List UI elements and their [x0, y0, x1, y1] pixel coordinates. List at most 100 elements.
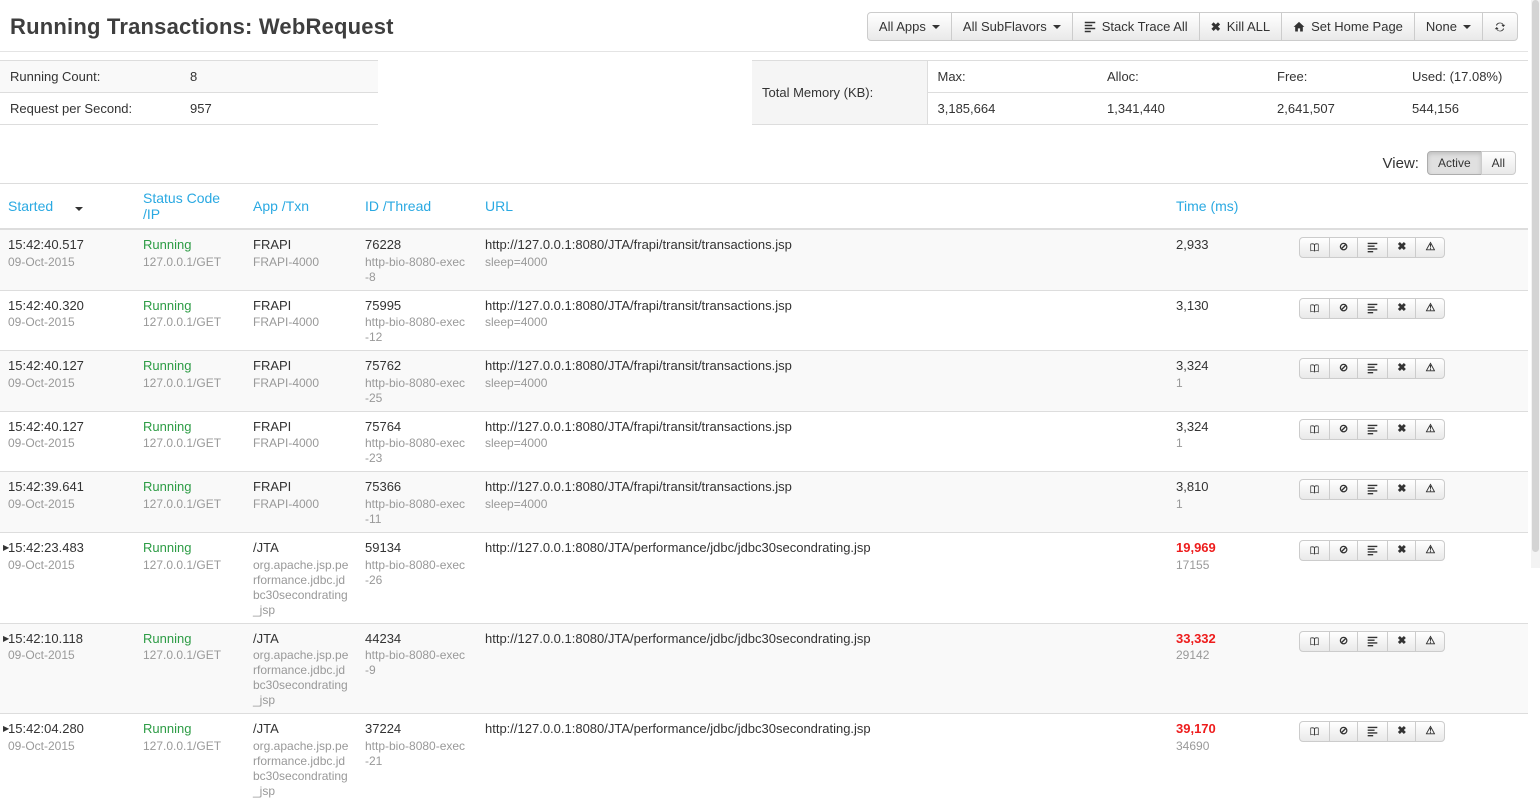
vertical-scrollbar[interactable]	[1531, 0, 1540, 568]
align-left-icon	[1084, 21, 1096, 33]
row-ban-button[interactable]: ⊘	[1329, 479, 1358, 500]
row-ban-button[interactable]: ⊘	[1329, 540, 1358, 561]
txn-id: 75366	[365, 479, 469, 495]
refresh-button[interactable]	[1482, 12, 1518, 41]
row-stack-trace-button[interactable]	[1357, 631, 1388, 652]
row-alert-button[interactable]: ⚠	[1415, 540, 1445, 561]
row-kill-button[interactable]: ✖	[1387, 721, 1416, 742]
row-alert-button[interactable]: ⚠	[1415, 631, 1445, 652]
row-details-button[interactable]	[1299, 419, 1330, 440]
align-left-icon	[1367, 424, 1378, 435]
row-ban-button[interactable]: ⊘	[1329, 237, 1358, 258]
all-apps-button[interactable]: All Apps	[867, 12, 952, 41]
app-name: /JTA	[253, 540, 349, 556]
row-kill-button[interactable]: ✖	[1387, 237, 1416, 258]
time-secondary: 34690	[1176, 739, 1275, 754]
row-stack-trace-button[interactable]	[1357, 237, 1388, 258]
all-apps-label: All Apps	[879, 19, 926, 34]
row-actions: ⊘ ✖ ⚠	[1299, 631, 1445, 652]
row-kill-button[interactable]: ✖	[1387, 358, 1416, 379]
row-stack-trace-button[interactable]	[1357, 540, 1388, 561]
row-stack-trace-button[interactable]	[1357, 419, 1388, 440]
app-name: FRAPI	[253, 419, 349, 435]
ip-method: 127.0.0.1/GET	[143, 315, 237, 330]
row-details-button[interactable]	[1299, 237, 1330, 258]
row-ban-button[interactable]: ⊘	[1329, 419, 1358, 440]
scrollbar-thumb[interactable]	[1532, 0, 1539, 552]
expand-row-icon[interactable]: ▶	[3, 634, 9, 644]
kill-icon: ✖	[1397, 484, 1406, 495]
book-icon	[1309, 242, 1320, 253]
stack-trace-all-button[interactable]: Stack Trace All	[1072, 12, 1200, 41]
kill-icon: ✖	[1211, 21, 1221, 33]
time-primary: 3,810	[1176, 479, 1275, 495]
view-all-button[interactable]: All	[1481, 151, 1516, 175]
memory-used-value: 544,156	[1402, 93, 1528, 125]
txn-name: FRAPI-4000	[253, 436, 349, 451]
row-details-button[interactable]	[1299, 358, 1330, 379]
started-time: 15:42:40.127	[8, 419, 127, 435]
row-stack-trace-button[interactable]	[1357, 298, 1388, 319]
row-kill-button[interactable]: ✖	[1387, 479, 1416, 500]
row-alert-button[interactable]: ⚠	[1415, 358, 1445, 379]
row-kill-button[interactable]: ✖	[1387, 540, 1416, 561]
row-stack-trace-button[interactable]	[1357, 721, 1388, 742]
row-ban-button[interactable]: ⊘	[1329, 298, 1358, 319]
request-url: http://127.0.0.1:8080/JTA/frapi/transit/…	[485, 237, 1160, 253]
row-ban-button[interactable]: ⊘	[1329, 358, 1358, 379]
txn-id: 75995	[365, 298, 469, 314]
row-stack-trace-button[interactable]	[1357, 358, 1388, 379]
row-details-button[interactable]	[1299, 298, 1330, 319]
row-kill-button[interactable]: ✖	[1387, 631, 1416, 652]
align-left-icon	[1367, 636, 1378, 647]
row-kill-button[interactable]: ✖	[1387, 298, 1416, 319]
set-home-page-button[interactable]: Set Home Page	[1281, 12, 1415, 41]
running-count-row: Running Count: 8	[0, 61, 378, 93]
started-date: 09-Oct-2015	[8, 315, 127, 330]
row-details-button[interactable]	[1299, 479, 1330, 500]
column-header-app[interactable]: App /Txn	[245, 184, 357, 230]
row-alert-button[interactable]: ⚠	[1415, 298, 1445, 319]
caret-down-icon	[1053, 25, 1061, 29]
row-stack-trace-button[interactable]	[1357, 479, 1388, 500]
running-count-label: Running Count:	[0, 61, 180, 93]
home-icon	[1293, 21, 1305, 33]
txn-id: 44234	[365, 631, 469, 647]
txn-name: FRAPI-4000	[253, 497, 349, 512]
thread-name: http-bio-8080-exec-25	[365, 376, 469, 406]
ban-icon: ⊘	[1339, 636, 1348, 647]
view-active-button[interactable]: Active	[1427, 151, 1482, 175]
ip-method: 127.0.0.1/GET	[143, 255, 237, 270]
expand-row-icon[interactable]: ▶	[3, 543, 9, 553]
book-icon	[1309, 545, 1320, 556]
column-header-id[interactable]: ID /Thread	[357, 184, 477, 230]
column-header-status[interactable]: Status Code /IP	[135, 184, 245, 230]
table-row: ▶ 15:42:23.483 09-Oct-2015 Running 127.0…	[0, 532, 1528, 623]
row-alert-button[interactable]: ⚠	[1415, 721, 1445, 742]
column-header-url[interactable]: URL	[477, 184, 1168, 230]
time-secondary: 1	[1176, 376, 1275, 391]
row-ban-button[interactable]: ⊘	[1329, 631, 1358, 652]
started-time: 15:42:40.127	[8, 358, 127, 374]
all-subflavors-label: All SubFlavors	[963, 19, 1047, 34]
row-alert-button[interactable]: ⚠	[1415, 479, 1445, 500]
row-details-button[interactable]	[1299, 540, 1330, 561]
row-actions: ⊘ ✖ ⚠	[1299, 358, 1445, 379]
book-icon	[1309, 636, 1320, 647]
row-alert-button[interactable]: ⚠	[1415, 419, 1445, 440]
row-alert-button[interactable]: ⚠	[1415, 237, 1445, 258]
row-details-button[interactable]	[1299, 631, 1330, 652]
row-details-button[interactable]	[1299, 721, 1330, 742]
row-kill-button[interactable]: ✖	[1387, 419, 1416, 440]
column-header-started[interactable]: Started	[0, 184, 135, 230]
expand-row-icon[interactable]: ▶	[3, 724, 9, 734]
row-actions: ⊘ ✖ ⚠	[1299, 479, 1445, 500]
kill-all-button[interactable]: ✖ Kill ALL	[1199, 12, 1282, 41]
ban-icon: ⊘	[1339, 484, 1348, 495]
all-subflavors-button[interactable]: All SubFlavors	[951, 12, 1073, 41]
column-header-time[interactable]: Time (ms)	[1168, 184, 1283, 230]
warning-icon: ⚠	[1425, 726, 1435, 737]
row-ban-button[interactable]: ⊘	[1329, 721, 1358, 742]
started-time: 15:42:39.641	[8, 479, 127, 495]
none-button[interactable]: None	[1414, 12, 1483, 41]
